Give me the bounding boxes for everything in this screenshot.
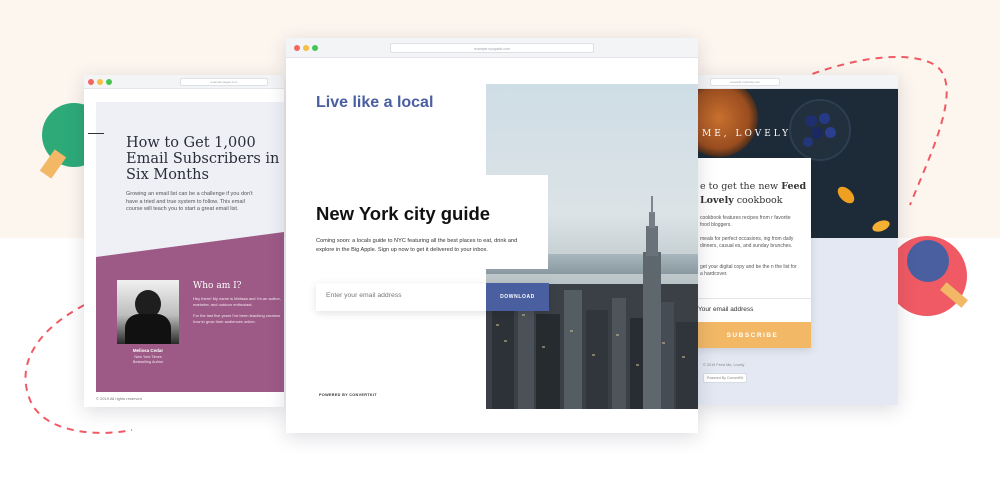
cookbook-paragraph-1: cookbook features recipes from r favorit… (700, 215, 791, 228)
guide-description: Coming soon: a locals guide to NYC featu… (316, 238, 518, 253)
email-signup-form: Enter your email address DOWNLOAD (316, 283, 549, 311)
author-silhouette-body (125, 314, 171, 344)
email-course-intro: Growing an email list can be a challenge… (126, 191, 253, 212)
close-dot-icon[interactable] (88, 79, 94, 85)
left-window-chrome: example.pages.com (84, 75, 284, 89)
right-footer: © 2019 Feed Me, Lovely (703, 363, 745, 367)
center-address-bar[interactable]: example.nycguide.com (390, 43, 594, 53)
close-dot-icon[interactable] (294, 45, 300, 51)
cookbook-title-lovely: Lovely (700, 195, 734, 206)
cookbook-title-prefix: e to get the new (700, 181, 782, 192)
pie-dish-image (694, 89, 758, 157)
cookbook-paragraph-2: meals for perfect occasions, ing from da… (700, 236, 794, 249)
maximize-dot-icon[interactable] (106, 79, 112, 85)
cookbook-email-placeholder: Your email address (698, 306, 754, 313)
center-browser-window: example.nycguide.com Live like a local N… (286, 38, 698, 433)
subscribe-button[interactable]: SUBSCRIBE (694, 322, 811, 348)
subscribe-button-label: SUBSCRIBE (726, 331, 779, 339)
right-address-bar[interactable]: example.mylovely.com (710, 78, 780, 86)
cookbook-paragraph-3: get your digital copy and be the n the l… (700, 264, 797, 277)
right-window-chrome: example.mylovely.com (694, 75, 898, 89)
about-paragraph-1: Hey there! My name is Melissa and I'm an… (193, 296, 281, 307)
author-role-line-2: Bestselling Author (132, 360, 164, 364)
apricot-slice-image (834, 183, 858, 207)
powered-by-convertkit-link[interactable]: POWERED BY CONVERTKIT (319, 393, 377, 397)
cookbook-title: e to get the new Feed Lovely cookbook (700, 180, 808, 208)
minimize-dot-icon[interactable] (303, 45, 309, 51)
author-role-line-1: New York Times (134, 355, 162, 359)
maximize-dot-icon[interactable] (312, 45, 318, 51)
guide-title: New York city guide (316, 203, 491, 224)
guide-tagline: Live like a local (316, 94, 434, 111)
headline-rule (88, 133, 104, 134)
blueberry-bowl-image (789, 99, 851, 161)
cookbook-title-feed: Feed (781, 181, 807, 192)
cookbook-signup-card: e to get the new Feed Lovely cookbook co… (694, 158, 811, 348)
download-button-label: DOWNLOAD (500, 294, 535, 300)
cookbook-email-input[interactable]: Your email address (694, 298, 811, 322)
download-button[interactable]: DOWNLOAD (486, 283, 549, 311)
cookbook-brand-wordmark: ME, LOVELY (702, 129, 792, 139)
left-browser-window: example.pages.com How to Get 1,000 Email… (84, 75, 284, 407)
about-paragraph-2: For the last five years I've been teachi… (193, 313, 281, 324)
blue-circle-decoration (907, 240, 949, 282)
left-address-bar[interactable]: example.pages.com (180, 78, 268, 86)
right-browser-window: example.mylovely.com ME, LOVELY e to get… (694, 75, 898, 405)
left-footer: © 2019 All rights reserved (96, 396, 142, 401)
cookbook-title-suffix: cookbook (733, 195, 783, 206)
email-input-placeholder: Enter your email address (326, 292, 402, 299)
author-name: Melissa Cedar (132, 348, 164, 353)
author-photo (117, 280, 179, 344)
right-powered-by-badge[interactable]: Powered By ConvertKit (703, 373, 748, 383)
center-window-chrome: example.nycguide.com (286, 38, 698, 58)
apricot-slice-image-2 (870, 218, 892, 234)
minimize-dot-icon[interactable] (97, 79, 103, 85)
about-title: Who am I? (193, 281, 242, 291)
email-course-headline: How to Get 1,000 Email Subscribers in Si… (126, 135, 280, 183)
email-input[interactable]: Enter your email address (316, 283, 486, 311)
